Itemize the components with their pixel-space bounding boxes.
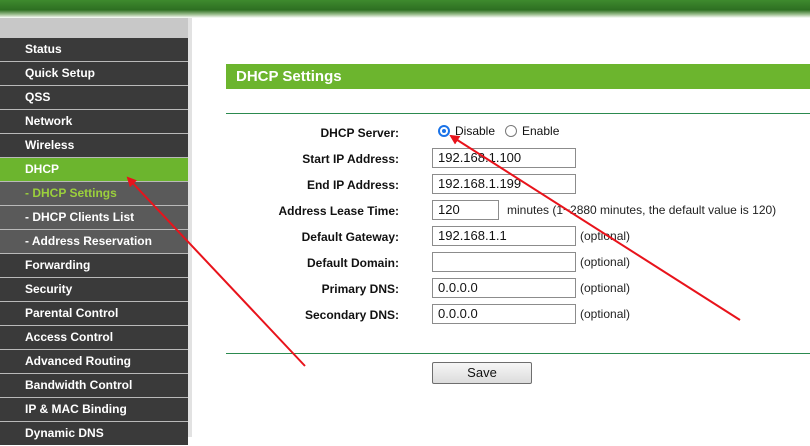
annotation-arrow-disable-radio	[449, 134, 741, 321]
annotation-arrows	[126, 134, 741, 367]
annotation-arrow-dhcp-menu	[126, 176, 306, 367]
